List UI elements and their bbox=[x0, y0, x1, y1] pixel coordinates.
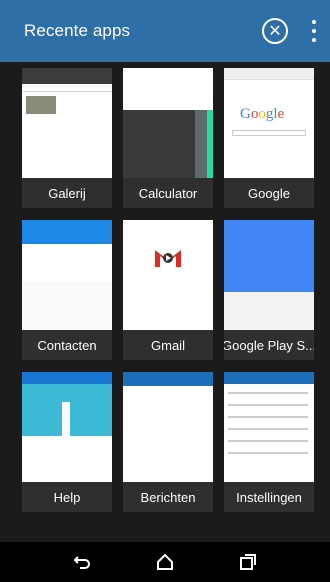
navigation-bar bbox=[0, 542, 330, 582]
app-card-google-play[interactable]: Google Play S... bbox=[224, 220, 314, 360]
app-label: Help bbox=[53, 489, 81, 505]
header-actions: ✕ bbox=[262, 18, 320, 44]
app-label: Calculator bbox=[138, 185, 198, 201]
recents-icon[interactable] bbox=[236, 550, 260, 574]
app-thumbnail bbox=[123, 372, 213, 482]
app-label: Instellingen bbox=[236, 489, 302, 505]
app-label: Berichten bbox=[140, 489, 196, 505]
app-card-contacten[interactable]: Contacten bbox=[22, 220, 112, 360]
app-thumbnail bbox=[224, 220, 314, 330]
app-thumbnail: Google bbox=[224, 68, 314, 178]
page-title: Recente apps bbox=[24, 21, 131, 40]
gmail-logo-icon bbox=[154, 248, 182, 268]
app-label: Contacten bbox=[37, 337, 97, 353]
app-thumbnail bbox=[123, 68, 213, 178]
lighthouse-illustration-icon bbox=[22, 384, 112, 438]
app-label: Google Play S... bbox=[224, 337, 314, 353]
app-label: Google bbox=[248, 185, 290, 201]
app-thumbnail bbox=[22, 68, 112, 178]
app-card-berichten[interactable]: Berichten bbox=[123, 372, 213, 512]
home-icon[interactable] bbox=[153, 550, 177, 574]
app-card-instellingen[interactable]: Instellingen bbox=[224, 372, 314, 512]
app-thumbnail bbox=[22, 220, 112, 330]
app-card-galerij[interactable]: Galerij bbox=[22, 68, 112, 208]
app-card-gmail[interactable]: Gmail bbox=[123, 220, 213, 360]
google-logo-icon: Google bbox=[240, 106, 285, 122]
recent-apps-grid: Galerij Calculator Google Google Contact… bbox=[22, 68, 314, 512]
app-card-help[interactable]: Help bbox=[22, 372, 112, 512]
app-card-google[interactable]: Google Google bbox=[224, 68, 314, 208]
app-thumbnail bbox=[123, 220, 213, 330]
app-thumbnail bbox=[22, 372, 112, 482]
app-thumbnail bbox=[224, 372, 314, 482]
header-bar: Recente apps ✕ bbox=[0, 0, 330, 62]
more-vert-icon[interactable] bbox=[308, 18, 320, 44]
app-label: Gmail bbox=[151, 337, 185, 353]
app-label: Galerij bbox=[48, 185, 86, 201]
back-icon[interactable] bbox=[70, 550, 94, 574]
app-card-calculator[interactable]: Calculator bbox=[123, 68, 213, 208]
close-all-icon[interactable]: ✕ bbox=[262, 18, 288, 44]
